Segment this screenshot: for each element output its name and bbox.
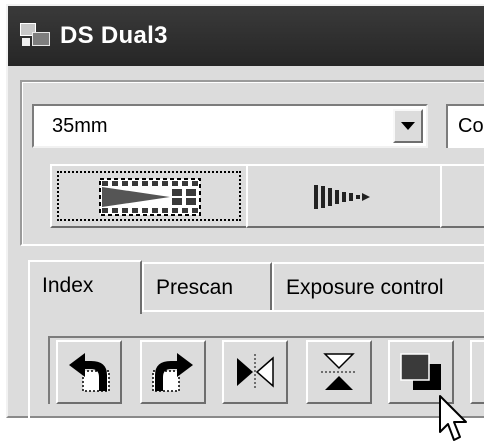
tab-exposure-control-label: Exposure control	[286, 276, 444, 299]
rotate-left-icon	[69, 353, 110, 392]
title-bar[interactable]: DS Dual3	[8, 6, 484, 66]
eject-film-button[interactable]	[246, 164, 442, 228]
film-type-select[interactable]: 35mm	[32, 104, 428, 148]
mouse-pointer-icon	[439, 395, 467, 441]
flip-horizontal-button[interactable]	[222, 340, 288, 404]
chevron-down-icon	[401, 122, 415, 130]
flip-vertical-icon	[321, 353, 357, 390]
tab-prescan[interactable]: Prescan	[142, 262, 272, 312]
tab-index-label: Index	[42, 274, 94, 297]
tab-index[interactable]: Index	[28, 260, 142, 314]
flip-horizontal-icon	[237, 354, 274, 390]
film-eject-icon	[314, 185, 370, 209]
negative-icon	[400, 353, 441, 390]
load-film-button[interactable]	[50, 164, 248, 228]
film-type-value: 35mm	[52, 115, 108, 137]
third-action-button[interactable]	[440, 164, 484, 228]
dropdown-button[interactable]	[393, 109, 423, 143]
tab-exposure-control[interactable]: Exposure control	[272, 262, 484, 312]
secondary-select[interactable]: Co	[446, 104, 484, 148]
film-strip-icon	[99, 178, 201, 216]
rotate-left-button[interactable]	[56, 340, 122, 404]
rotate-right-button[interactable]	[140, 340, 206, 404]
window-title: DS Dual3	[60, 22, 168, 49]
more-tools-button[interactable]	[470, 340, 484, 404]
secondary-select-value: Co	[458, 115, 484, 137]
flip-vertical-button[interactable]	[306, 340, 372, 404]
scanner-app-icon[interactable]	[18, 21, 54, 51]
tab-prescan-label: Prescan	[156, 276, 234, 299]
rotate-right-icon	[152, 353, 193, 392]
